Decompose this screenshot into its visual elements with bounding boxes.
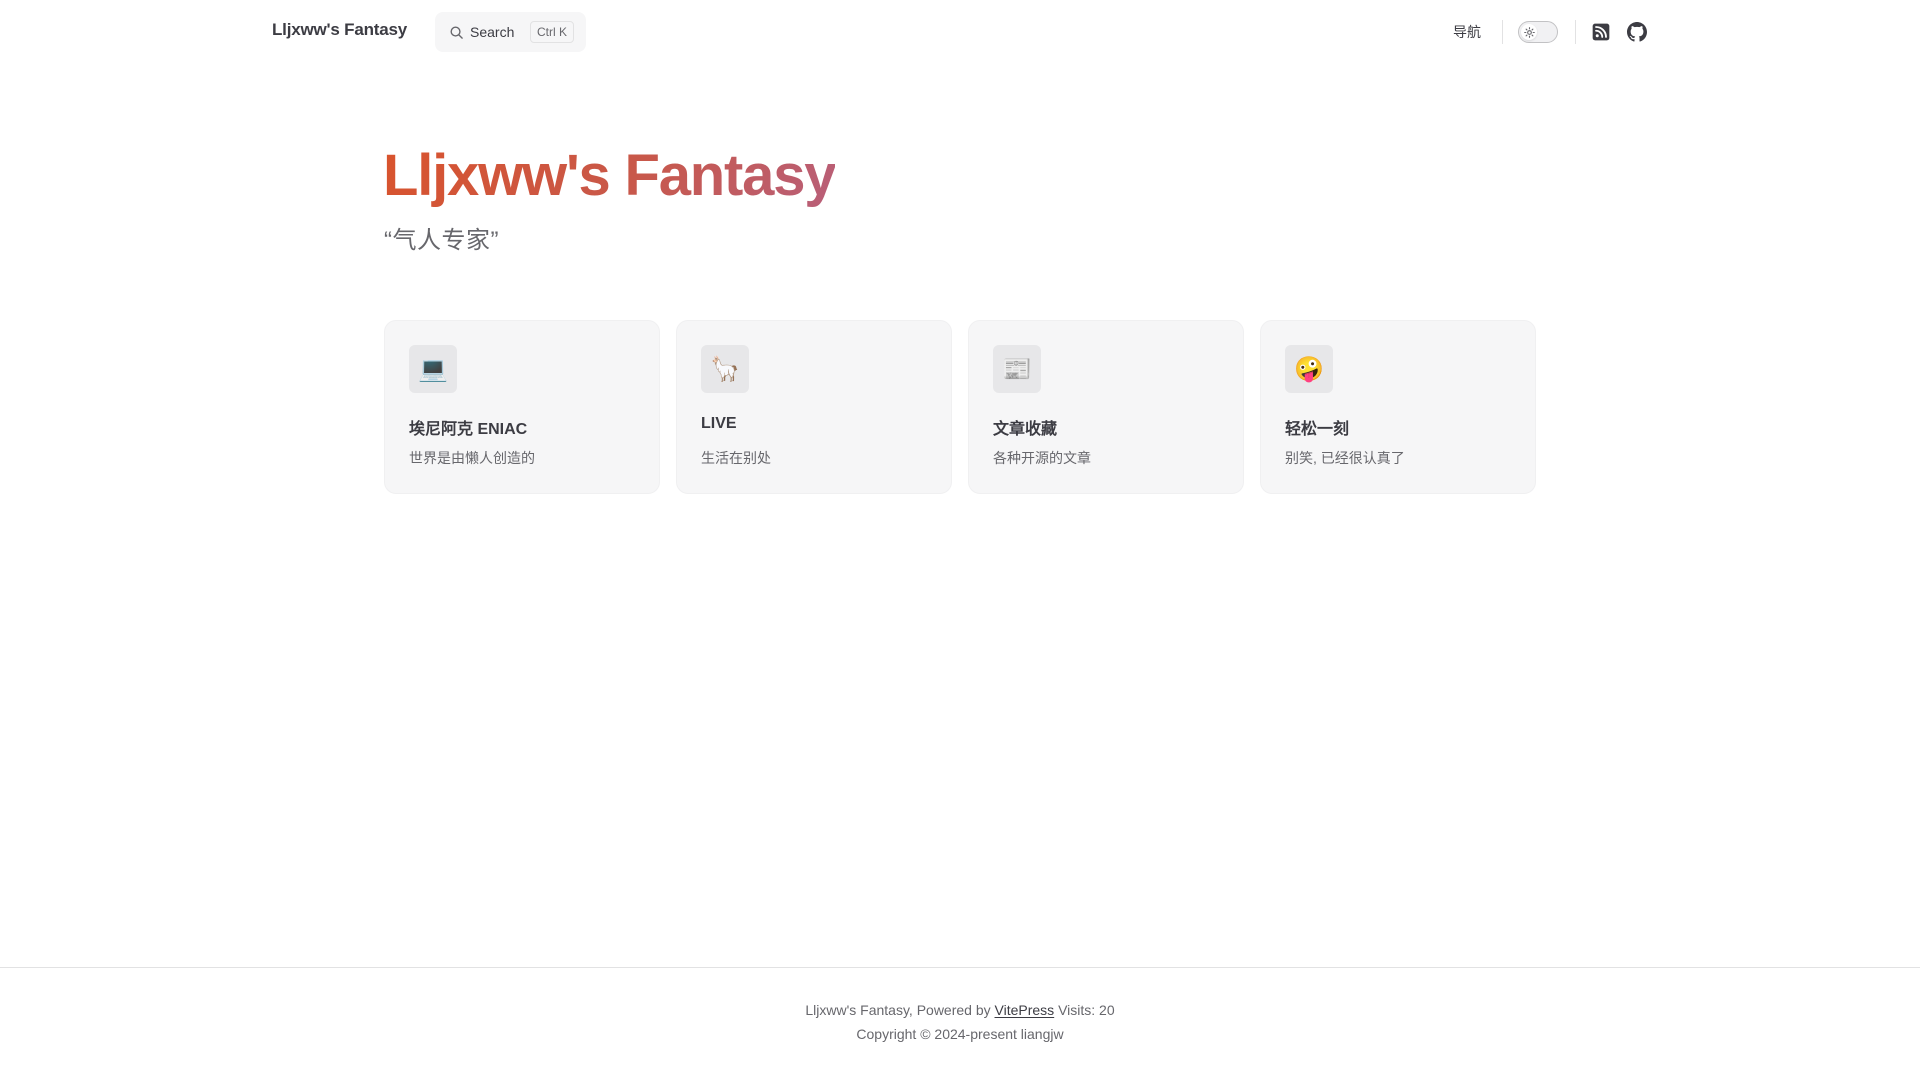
feature-details: 生活在别处 [701,450,771,466]
llama-icon: 🦙 [701,345,749,393]
rss-icon[interactable] [1591,22,1611,42]
nav-divider [1575,20,1576,44]
footer: Lljxww's Fantasy, Powered by VitePress V… [0,967,1920,1080]
search-icon [450,26,463,39]
feature-details: 世界是由懒人创造的 [409,450,535,466]
feature-title: 文章收藏 [993,421,1058,438]
footer-message: Lljxww's Fantasy, Powered by VitePress V… [0,1002,1920,1018]
feature-details: 各种开源的文章 [993,450,1091,466]
footer-site-text: Lljxww's Fantasy, Powered by [805,1002,995,1018]
vitepress-link[interactable]: VitePress [995,1002,1055,1018]
zany-face-icon: 🤪 [1285,345,1333,393]
top-nav: Lljxww's Fantasy Search Ctrl K 导航 [0,0,1920,64]
feature-card-relax[interactable]: 🤪 轻松一刻 别笑, 已经很认真了 [1260,320,1536,494]
footer-copyright: Copyright © 2024-present liangjw [856,1026,1064,1042]
page: Lljxww's Fantasy Search Ctrl K 导航 Lljxww… [0,0,1920,1080]
laptop-icon: 💻 [409,345,457,393]
visit-counter: Visits: 20 [1054,1002,1115,1018]
nav-link-guide[interactable]: 导航 [1453,22,1481,42]
site-title-link[interactable]: Lljxww's Fantasy [272,20,407,40]
feature-title: 轻松一刻 [1285,421,1350,438]
search-button[interactable]: Search Ctrl K [435,12,586,52]
feature-card-live[interactable]: 🦙 LIVE 生活在别处 [676,320,952,494]
hero-tagline: “气人专家” [384,227,499,254]
search-shortcut-hint: Ctrl K [530,21,574,43]
feature-title: LIVE [701,415,737,432]
hero-name: Lljxww's Fantasy [383,138,837,214]
feature-card-articles[interactable]: 📰 文章收藏 各种开源的文章 [968,320,1244,494]
theme-toggle[interactable] [1518,21,1558,43]
github-icon[interactable] [1627,22,1647,42]
feature-card-eniac[interactable]: 💻 埃尼阿克 ENIAC 世界是由懒人创造的 [384,320,660,494]
newspaper-icon: 📰 [993,345,1041,393]
search-label: Search [470,24,515,40]
feature-title: 埃尼阿克 ENIAC [409,421,528,438]
sun-icon [1521,24,1537,40]
feature-details: 别笑, 已经很认真了 [1285,450,1405,466]
nav-divider [1502,20,1503,44]
